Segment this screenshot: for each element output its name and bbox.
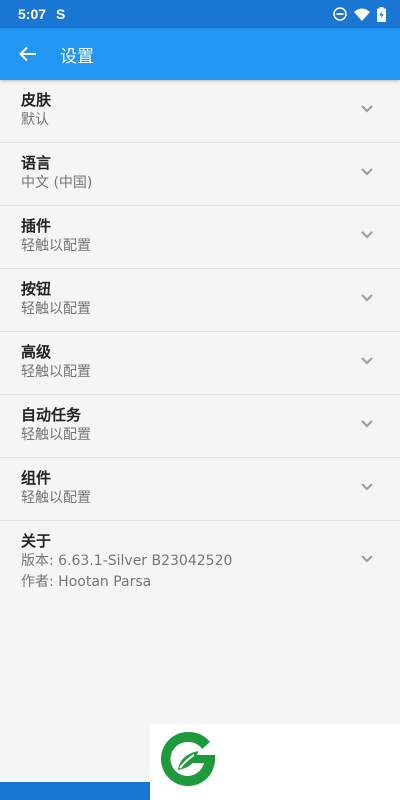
- about-author: 作者: Hootan Parsa: [21, 574, 152, 590]
- settings-item-automation[interactable]: 自动任务 轻触以配置: [0, 395, 400, 458]
- settings-item-title: 自动任务: [21, 406, 82, 424]
- app-bar: 设置: [0, 28, 400, 80]
- settings-item-title: 高级: [21, 343, 52, 361]
- settings-item-title: 组件: [21, 469, 52, 487]
- settings-item-title: 按钮: [21, 280, 52, 298]
- chevron-down-icon: [361, 168, 373, 176]
- settings-item-buttons[interactable]: 按钮 轻触以配置: [0, 269, 400, 332]
- battery-icon: [377, 6, 386, 22]
- status-time: 5:07: [18, 6, 47, 22]
- settings-item-skin[interactable]: 皮肤 默认: [0, 80, 400, 143]
- wifi-icon: [354, 8, 370, 21]
- chevron-down-icon: [361, 357, 373, 365]
- chevron-down-icon: [361, 231, 373, 239]
- chevron-down-icon: [361, 483, 373, 491]
- settings-item-subtitle: 轻触以配置: [21, 490, 91, 506]
- chevron-down-icon: [361, 420, 373, 428]
- about-version: 版本: 6.63.1-Silver B23042520: [21, 553, 233, 569]
- settings-item-subtitle: 轻触以配置: [21, 238, 91, 254]
- settings-item-subtitle: 默认: [21, 112, 49, 128]
- settings-item-title: 皮肤: [21, 91, 52, 109]
- settings-item-subtitle: 轻触以配置: [21, 427, 91, 443]
- settings-item-title: 语言: [21, 154, 52, 172]
- settings-item-title: 关于: [21, 532, 52, 550]
- settings-item-widgets[interactable]: 组件 轻触以配置: [0, 458, 400, 521]
- status-icons: [333, 6, 386, 22]
- settings-item-about[interactable]: 关于 版本: 6.63.1-Silver B23042520 作者: Hoota…: [0, 521, 400, 597]
- chevron-down-icon: [361, 105, 373, 113]
- settings-item-subtitle: 轻触以配置: [21, 364, 91, 380]
- dnd-icon: [333, 7, 347, 21]
- settings-item-subtitle: 中文 (中国): [21, 175, 93, 191]
- settings-item-language[interactable]: 语言 中文 (中国): [0, 143, 400, 206]
- page-title: 设置: [60, 46, 94, 67]
- settings-item-title: 插件: [21, 217, 52, 235]
- back-button[interactable]: [0, 28, 56, 80]
- chevron-down-icon: [361, 294, 373, 302]
- watermark-card: [150, 724, 400, 800]
- settings-item-advanced[interactable]: 高级 轻触以配置: [0, 332, 400, 395]
- settings-list: 皮肤 默认 语言 中文 (中国) 插件 轻触以配置 按钮 轻触以配置 高级 轻触…: [0, 80, 400, 597]
- settings-item-subtitle: 轻触以配置: [21, 301, 91, 317]
- green-leaf-logo: [161, 731, 215, 786]
- settings-item-plugins[interactable]: 插件 轻触以配置: [0, 206, 400, 269]
- notification-app-icon: S: [56, 6, 66, 22]
- chevron-down-icon: [361, 555, 373, 563]
- bottom-bar-strip: [0, 782, 150, 800]
- arrow-left-icon: [19, 46, 36, 62]
- status-bar: 5:07 S: [0, 0, 400, 28]
